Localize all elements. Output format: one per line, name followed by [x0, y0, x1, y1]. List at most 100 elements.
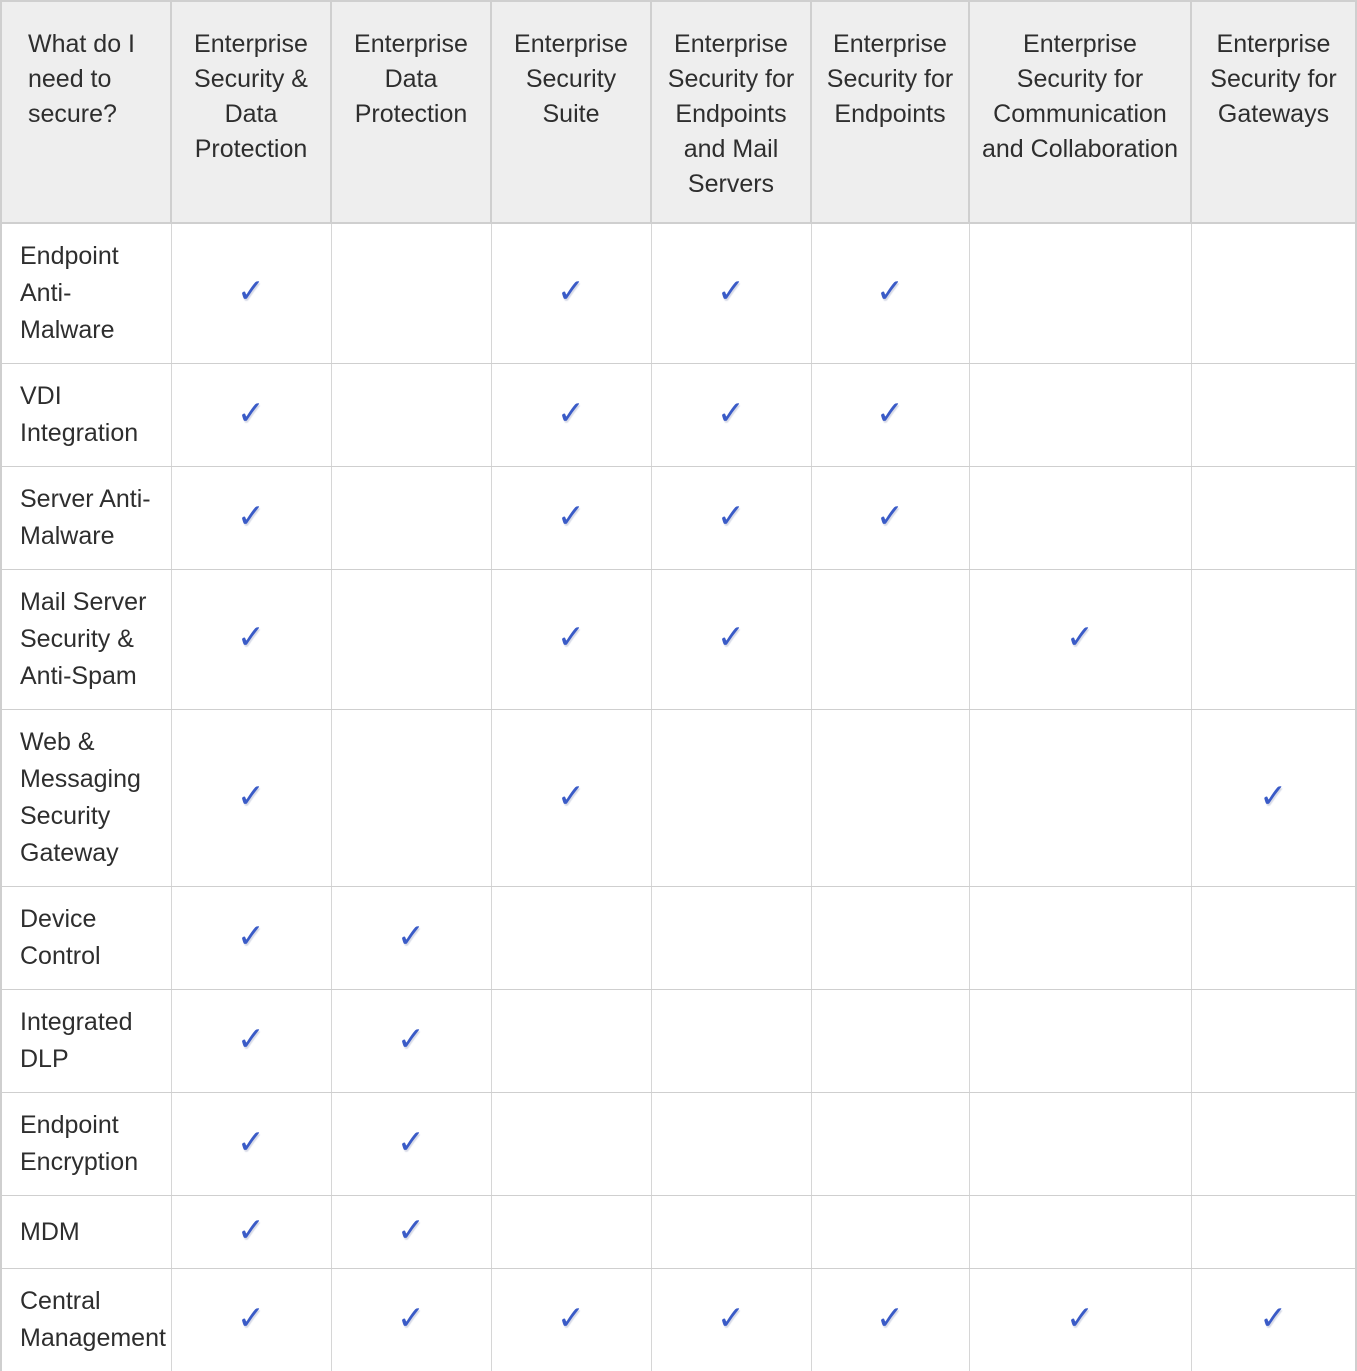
cell-not-supported — [331, 710, 491, 887]
check-icon: ✓ — [557, 274, 585, 307]
check-icon: ✓ — [397, 1022, 425, 1055]
blank-mark — [1273, 272, 1274, 305]
blank-mark — [731, 1210, 732, 1243]
check-icon: ✓ — [1259, 779, 1287, 812]
check-icon: ✓ — [237, 1125, 265, 1158]
cell-not-supported — [491, 1093, 651, 1196]
blank-mark — [731, 776, 732, 809]
check-icon: ✓ — [717, 499, 745, 532]
cell-supported: ✓ — [491, 570, 651, 710]
cell-not-supported — [1191, 887, 1356, 990]
blank-mark — [1080, 1019, 1081, 1052]
cell-supported: ✓ — [969, 1269, 1191, 1371]
blank-mark — [411, 776, 412, 809]
column-header-product-2: Enterprise Data Protection — [331, 1, 491, 223]
cell-not-supported — [1191, 990, 1356, 1093]
cell-not-supported — [969, 887, 1191, 990]
feature-label: VDI Integration — [1, 364, 171, 467]
cell-supported: ✓ — [171, 1093, 331, 1196]
blank-mark — [1273, 496, 1274, 529]
blank-mark — [731, 916, 732, 949]
table-row: Endpoint Anti-Malware✓✓✓✓ — [1, 223, 1356, 364]
check-icon: ✓ — [717, 396, 745, 429]
blank-mark — [411, 272, 412, 305]
feature-label: Endpoint Encryption — [1, 1093, 171, 1196]
cell-supported: ✓ — [171, 570, 331, 710]
blank-mark — [890, 776, 891, 809]
check-icon: ✓ — [397, 919, 425, 952]
check-icon: ✓ — [876, 1301, 904, 1334]
check-icon: ✓ — [717, 274, 745, 307]
cell-supported: ✓ — [969, 570, 1191, 710]
table-row: MDM ✓ ✓ — [1, 1196, 1356, 1269]
cell-not-supported — [969, 223, 1191, 364]
cell-supported: ✓ — [651, 223, 811, 364]
check-icon: ✓ — [557, 499, 585, 532]
feature-label: MDM — [1, 1196, 171, 1269]
cell-supported: ✓ — [171, 1196, 331, 1269]
blank-mark — [571, 916, 572, 949]
check-icon: ✓ — [717, 620, 745, 653]
blank-mark — [571, 1122, 572, 1155]
blank-mark — [1080, 1122, 1081, 1155]
check-icon: ✓ — [237, 499, 265, 532]
blank-mark — [1080, 1210, 1081, 1243]
cell-supported: ✓ — [651, 364, 811, 467]
check-icon: ✓ — [237, 396, 265, 429]
header-row: What do I need to secure? Enterprise Sec… — [1, 1, 1356, 223]
feature-label: Device Control — [1, 887, 171, 990]
check-icon: ✓ — [237, 1022, 265, 1055]
check-icon: ✓ — [237, 1213, 265, 1246]
blank-mark — [1273, 916, 1274, 949]
table-row: Integrated DLP✓✓ — [1, 990, 1356, 1093]
cell-supported: ✓ — [1191, 1269, 1356, 1371]
cell-supported: ✓ — [491, 710, 651, 887]
cell-not-supported — [491, 1196, 651, 1269]
cell-not-supported — [331, 570, 491, 710]
check-icon: ✓ — [1259, 1301, 1287, 1334]
blank-mark — [1080, 496, 1081, 529]
cell-supported: ✓ — [811, 223, 969, 364]
blank-mark — [890, 1122, 891, 1155]
product-comparison-table: What do I need to secure? Enterprise Sec… — [0, 0, 1357, 1371]
check-icon: ✓ — [557, 396, 585, 429]
cell-not-supported — [969, 990, 1191, 1093]
blank-mark — [1273, 1210, 1274, 1243]
blank-mark — [1273, 618, 1274, 651]
cell-supported: ✓ — [331, 990, 491, 1093]
blank-mark — [411, 496, 412, 529]
table-body: Endpoint Anti-Malware✓✓✓✓VDI Integration… — [1, 223, 1356, 1371]
blank-mark — [1080, 776, 1081, 809]
cell-not-supported — [1191, 1196, 1356, 1269]
cell-not-supported — [651, 990, 811, 1093]
cell-supported: ✓ — [171, 710, 331, 887]
column-header-product-5: Enterprise Security for Endpoints — [811, 1, 969, 223]
feature-label: Central Management — [1, 1269, 171, 1371]
cell-not-supported — [811, 710, 969, 887]
column-header-feature: What do I need to secure? — [1, 1, 171, 223]
check-icon: ✓ — [397, 1125, 425, 1158]
cell-not-supported — [491, 990, 651, 1093]
column-header-product-6: Enterprise Security for Communication an… — [969, 1, 1191, 223]
cell-supported: ✓ — [331, 1093, 491, 1196]
blank-mark — [1273, 1122, 1274, 1155]
blank-mark — [411, 393, 412, 426]
cell-not-supported — [811, 887, 969, 990]
cell-supported: ✓ — [651, 570, 811, 710]
table-row: Device Control✓✓ — [1, 887, 1356, 990]
cell-supported: ✓ — [331, 1196, 491, 1269]
blank-mark — [731, 1019, 732, 1052]
cell-not-supported — [811, 1093, 969, 1196]
check-icon: ✓ — [557, 1301, 585, 1334]
cell-supported: ✓ — [651, 1269, 811, 1371]
cell-supported: ✓ — [811, 364, 969, 467]
check-icon: ✓ — [557, 779, 585, 812]
cell-not-supported — [651, 1093, 811, 1196]
cell-not-supported — [1191, 1093, 1356, 1196]
cell-supported: ✓ — [811, 467, 969, 570]
cell-not-supported — [811, 570, 969, 710]
column-header-product-3: Enterprise Security Suite — [491, 1, 651, 223]
feature-label: Server Anti-Malware — [1, 467, 171, 570]
cell-not-supported — [1191, 364, 1356, 467]
cell-not-supported — [969, 710, 1191, 887]
